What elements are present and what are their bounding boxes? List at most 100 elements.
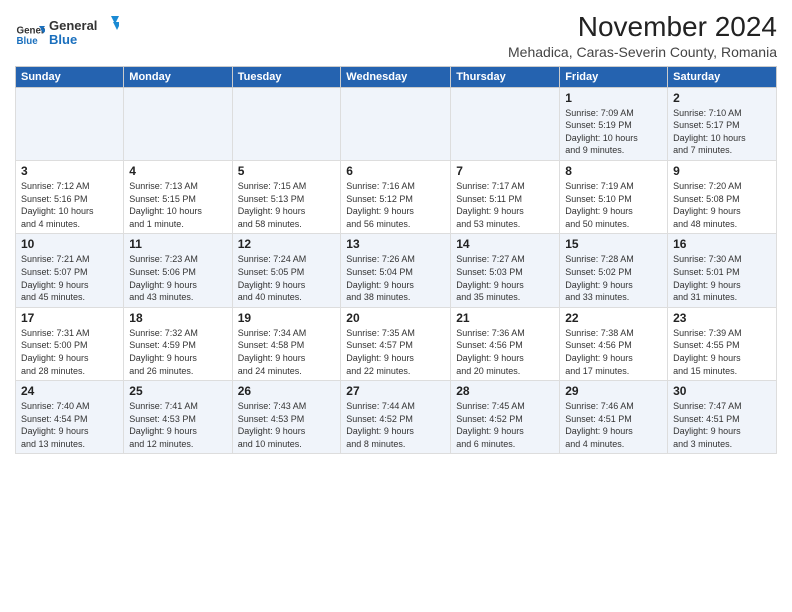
calendar-cell xyxy=(124,87,232,160)
day-info: Sunrise: 7:13 AM Sunset: 5:15 PM Dayligh… xyxy=(129,180,226,230)
svg-text:Blue: Blue xyxy=(17,36,39,47)
calendar-cell: 20Sunrise: 7:35 AM Sunset: 4:57 PM Dayli… xyxy=(341,307,451,380)
day-number: 16 xyxy=(673,237,771,251)
day-info: Sunrise: 7:26 AM Sunset: 5:04 PM Dayligh… xyxy=(346,253,445,303)
day-info: Sunrise: 7:34 AM Sunset: 4:58 PM Dayligh… xyxy=(238,327,336,377)
day-number: 24 xyxy=(21,384,118,398)
day-info: Sunrise: 7:17 AM Sunset: 5:11 PM Dayligh… xyxy=(456,180,554,230)
day-number: 26 xyxy=(238,384,336,398)
header: General Blue General Blue November 2024 … xyxy=(15,10,777,60)
title-area: November 2024 Mehadica, Caras-Severin Co… xyxy=(508,10,777,60)
calendar-cell: 7 Sunrise: 7:17 AM Sunset: 5:11 PM Daylig… xyxy=(451,160,560,233)
day-number: 2 xyxy=(673,91,771,105)
day-number: 4 xyxy=(129,164,226,178)
day-info: Sunrise: 7:32 AM Sunset: 4:59 PM Dayligh… xyxy=(129,327,226,377)
day-info: Sunrise: 7:19 AM Sunset: 5:10 PM Dayligh… xyxy=(565,180,662,230)
col-header-sunday: Sunday xyxy=(16,66,124,87)
day-info: Sunrise: 7:31 AM Sunset: 5:00 PM Dayligh… xyxy=(21,327,118,377)
day-info: Sunrise: 7:43 AM Sunset: 4:53 PM Dayligh… xyxy=(238,400,336,450)
col-header-wednesday: Wednesday xyxy=(341,66,451,87)
logo-svg: General Blue xyxy=(49,14,119,50)
day-info: Sunrise: 7:35 AM Sunset: 4:57 PM Dayligh… xyxy=(346,327,445,377)
day-number: 15 xyxy=(565,237,662,251)
calendar-cell: 27 Sunrise: 7:44 AM Sunset: 4:52 PM Dayli… xyxy=(341,381,451,454)
page: General Blue General Blue November 2024 … xyxy=(0,0,792,612)
day-info: Sunrise: 7:28 AM Sunset: 5:02 PM Dayligh… xyxy=(565,253,662,303)
calendar-table: SundayMondayTuesdayWednesdayThursdayFrid… xyxy=(15,66,777,455)
day-number: 6 xyxy=(346,164,445,178)
day-info: Sunrise: 7:12 AM Sunset: 5:16 PM Dayligh… xyxy=(21,180,118,230)
calendar-cell: 4 Sunrise: 7:13 AM Sunset: 5:15 PM Daylig… xyxy=(124,160,232,233)
day-number: 12 xyxy=(238,237,336,251)
day-number: 17 xyxy=(21,311,118,325)
day-number: 21 xyxy=(456,311,554,325)
calendar-cell: 5Sunrise: 7:15 AM Sunset: 5:13 PM Daylig… xyxy=(232,160,341,233)
svg-text:Blue: Blue xyxy=(49,32,77,47)
calendar-cell: 8 Sunrise: 7:19 AM Sunset: 5:10 PM Daylig… xyxy=(560,160,668,233)
calendar-cell: 18 Sunrise: 7:32 AM Sunset: 4:59 PM Dayli… xyxy=(124,307,232,380)
main-title: November 2024 xyxy=(508,10,777,44)
day-number: 25 xyxy=(129,384,226,398)
day-info: Sunrise: 7:30 AM Sunset: 5:01 PM Dayligh… xyxy=(673,253,771,303)
calendar-cell: 14 Sunrise: 7:27 AM Sunset: 5:03 PM Dayli… xyxy=(451,234,560,307)
calendar-week-3: 10Sunrise: 7:21 AM Sunset: 5:07 PM Dayli… xyxy=(16,234,777,307)
day-info: Sunrise: 7:24 AM Sunset: 5:05 PM Dayligh… xyxy=(238,253,336,303)
day-info: Sunrise: 7:36 AM Sunset: 4:56 PM Dayligh… xyxy=(456,327,554,377)
calendar-cell xyxy=(341,87,451,160)
day-info: Sunrise: 7:40 AM Sunset: 4:54 PM Dayligh… xyxy=(21,400,118,450)
calendar-cell: 29 Sunrise: 7:46 AM Sunset: 4:51 PM Dayli… xyxy=(560,381,668,454)
calendar-cell: 10Sunrise: 7:21 AM Sunset: 5:07 PM Dayli… xyxy=(16,234,124,307)
day-number: 18 xyxy=(129,311,226,325)
day-number: 3 xyxy=(21,164,118,178)
col-header-monday: Monday xyxy=(124,66,232,87)
day-number: 29 xyxy=(565,384,662,398)
day-info: Sunrise: 7:44 AM Sunset: 4:52 PM Dayligh… xyxy=(346,400,445,450)
svg-text:General: General xyxy=(49,18,97,33)
day-number: 13 xyxy=(346,237,445,251)
day-number: 8 xyxy=(565,164,662,178)
day-info: Sunrise: 7:39 AM Sunset: 4:55 PM Dayligh… xyxy=(673,327,771,377)
day-info: Sunrise: 7:47 AM Sunset: 4:51 PM Dayligh… xyxy=(673,400,771,450)
calendar-cell: 15 Sunrise: 7:28 AM Sunset: 5:02 PM Dayli… xyxy=(560,234,668,307)
day-info: Sunrise: 7:27 AM Sunset: 5:03 PM Dayligh… xyxy=(456,253,554,303)
day-number: 30 xyxy=(673,384,771,398)
col-header-saturday: Saturday xyxy=(668,66,777,87)
calendar-cell: 23Sunrise: 7:39 AM Sunset: 4:55 PM Dayli… xyxy=(668,307,777,380)
subtitle: Mehadica, Caras-Severin County, Romania xyxy=(508,44,777,60)
calendar-cell: 28 Sunrise: 7:45 AM Sunset: 4:52 PM Dayli… xyxy=(451,381,560,454)
day-info: Sunrise: 7:20 AM Sunset: 5:08 PM Dayligh… xyxy=(673,180,771,230)
day-number: 7 xyxy=(456,164,554,178)
calendar-cell xyxy=(232,87,341,160)
day-number: 27 xyxy=(346,384,445,398)
header-row: SundayMondayTuesdayWednesdayThursdayFrid… xyxy=(16,66,777,87)
calendar-cell xyxy=(451,87,560,160)
calendar-cell: 12 Sunrise: 7:24 AM Sunset: 5:05 PM Dayli… xyxy=(232,234,341,307)
calendar-cell: 13 Sunrise: 7:26 AM Sunset: 5:04 PM Dayli… xyxy=(341,234,451,307)
day-number: 9 xyxy=(673,164,771,178)
day-info: Sunrise: 7:46 AM Sunset: 4:51 PM Dayligh… xyxy=(565,400,662,450)
logo-icon: General Blue xyxy=(15,20,45,50)
calendar-cell: 9 Sunrise: 7:20 AM Sunset: 5:08 PM Daylig… xyxy=(668,160,777,233)
day-number: 14 xyxy=(456,237,554,251)
day-number: 22 xyxy=(565,311,662,325)
calendar-cell: 6Sunrise: 7:16 AM Sunset: 5:12 PM Daylig… xyxy=(341,160,451,233)
calendar-week-1: 1Sunrise: 7:09 AM Sunset: 5:19 PM Daylig… xyxy=(16,87,777,160)
day-info: Sunrise: 7:23 AM Sunset: 5:06 PM Dayligh… xyxy=(129,253,226,303)
calendar-cell: 3 Sunrise: 7:12 AM Sunset: 5:16 PM Daylig… xyxy=(16,160,124,233)
calendar-cell: 25Sunrise: 7:41 AM Sunset: 4:53 PM Dayli… xyxy=(124,381,232,454)
day-number: 11 xyxy=(129,237,226,251)
col-header-friday: Friday xyxy=(560,66,668,87)
col-header-tuesday: Tuesday xyxy=(232,66,341,87)
calendar-cell xyxy=(16,87,124,160)
calendar-cell: 19Sunrise: 7:34 AM Sunset: 4:58 PM Dayli… xyxy=(232,307,341,380)
col-header-thursday: Thursday xyxy=(451,66,560,87)
day-number: 28 xyxy=(456,384,554,398)
day-info: Sunrise: 7:09 AM Sunset: 5:19 PM Dayligh… xyxy=(565,107,662,157)
day-number: 5 xyxy=(238,164,336,178)
calendar-cell: 22 Sunrise: 7:38 AM Sunset: 4:56 PM Dayli… xyxy=(560,307,668,380)
day-info: Sunrise: 7:10 AM Sunset: 5:17 PM Dayligh… xyxy=(673,107,771,157)
day-info: Sunrise: 7:38 AM Sunset: 4:56 PM Dayligh… xyxy=(565,327,662,377)
day-info: Sunrise: 7:45 AM Sunset: 4:52 PM Dayligh… xyxy=(456,400,554,450)
calendar-cell: 24 Sunrise: 7:40 AM Sunset: 4:54 PM Dayli… xyxy=(16,381,124,454)
calendar-cell: 26 Sunrise: 7:43 AM Sunset: 4:53 PM Dayli… xyxy=(232,381,341,454)
